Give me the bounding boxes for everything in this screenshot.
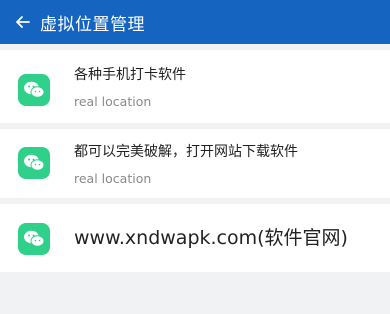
item-text: 都可以完美破解，打开网站下载软件 real location: [74, 143, 298, 187]
arrow-left-icon[interactable]: [10, 9, 36, 35]
item-subtitle: real location: [74, 171, 152, 186]
wechat-icon: [18, 147, 50, 179]
list-item[interactable]: 各种手机打卡软件 real location: [0, 50, 390, 123]
wechat-icon: [18, 223, 50, 255]
app-bar: 虚拟位置管理: [0, 0, 390, 44]
item-title: 都可以完美破解，打开网站下载软件: [74, 144, 298, 160]
item-text: 各种手机打卡软件 real location: [74, 66, 186, 110]
item-title: www.xndwapk.com(软件官网): [74, 227, 348, 249]
list-item[interactable]: 都可以完美破解，打开网站下载软件 real location: [0, 129, 390, 198]
page-title: 虚拟位置管理: [40, 14, 145, 35]
item-subtitle: real location: [74, 94, 152, 109]
wechat-icon: [18, 74, 50, 106]
list-item[interactable]: www.xndwapk.com(软件官网): [0, 204, 390, 272]
item-title: 各种手机打卡软件: [74, 67, 186, 83]
